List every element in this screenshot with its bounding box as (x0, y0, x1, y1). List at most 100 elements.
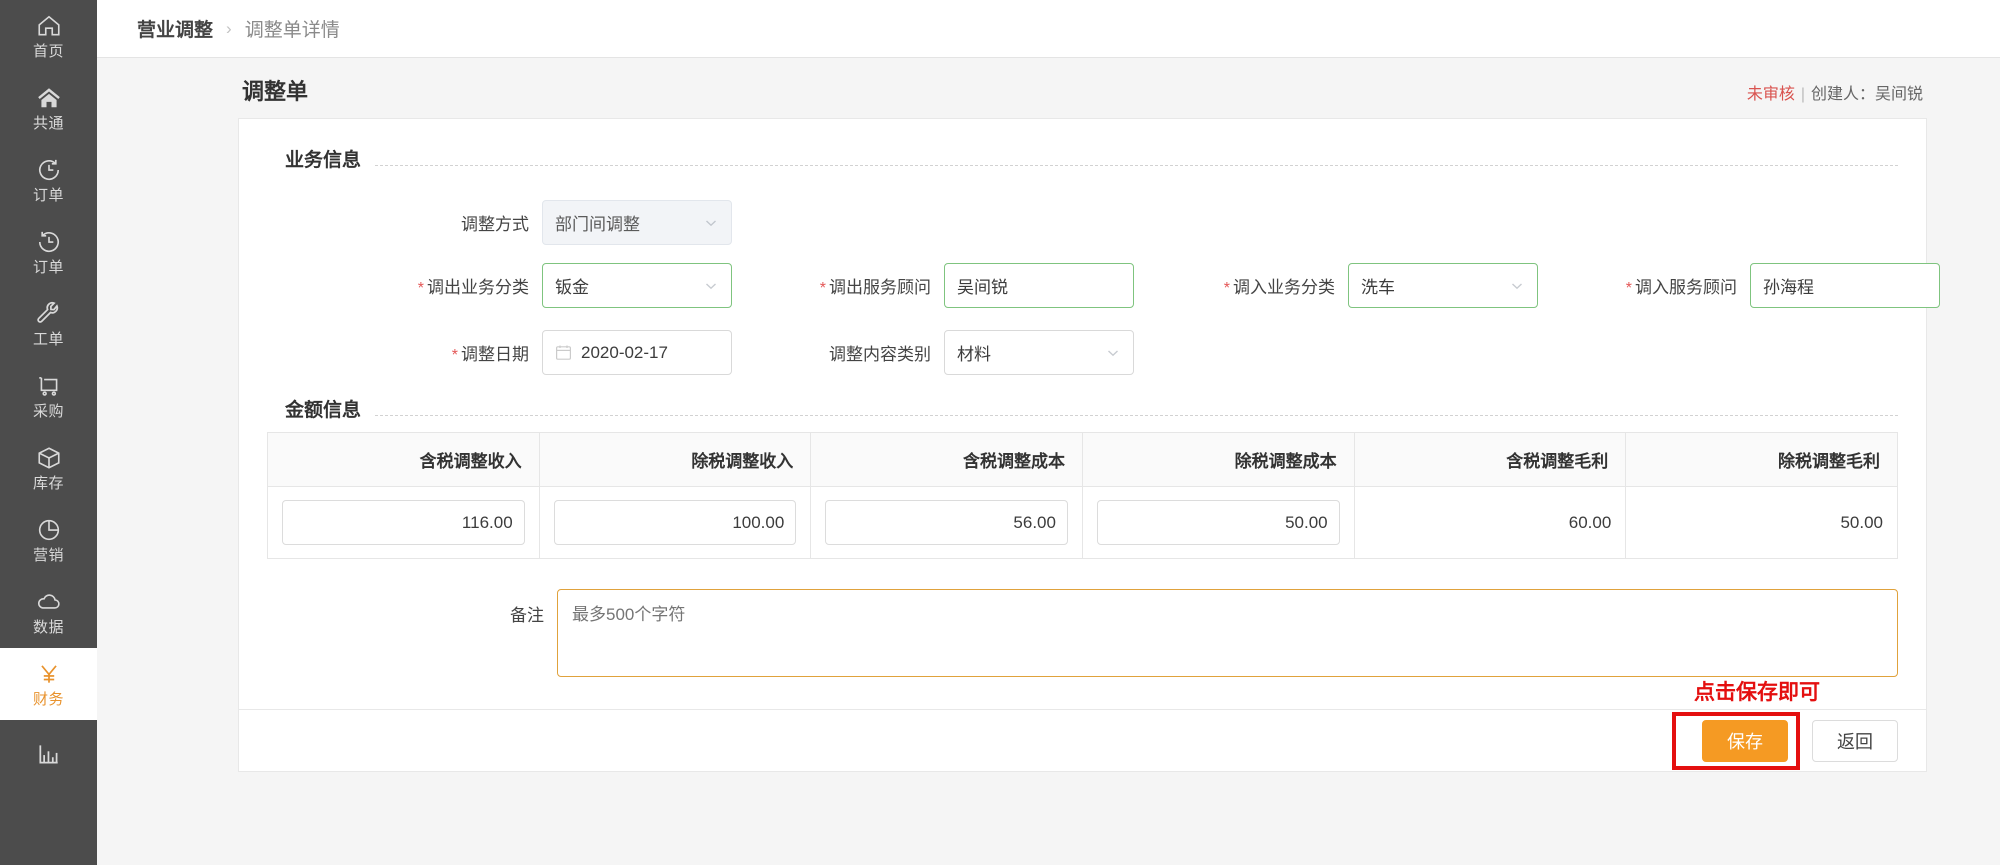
adjustment-form-card: 业务信息 调整方式 部门间调整 * 调出业务分类 钣金 * 调出服务顾问 吴间锐… (238, 118, 1940, 710)
home-filled-icon (36, 85, 62, 111)
main-sidebar: 首页 共通 订单 订单 工单 采购 库存 营销 数据 财务 (0, 0, 97, 865)
sidebar-item-data[interactable]: 数据 (0, 576, 97, 648)
column-header: 除税调整毛利 (1625, 432, 1898, 487)
sidebar-item-common[interactable]: 共通 (0, 72, 97, 144)
out-category-select[interactable]: 钣金 (542, 263, 732, 308)
field-label: 调整内容类别 (829, 345, 931, 364)
chevron-down-icon (1105, 345, 1121, 361)
sidebar-item-label: 库存 (32, 475, 64, 492)
form-row-adjust-method: 调整方式 部门间调整 (267, 182, 1898, 251)
clock-back-icon (36, 229, 62, 255)
cart-icon (36, 373, 62, 399)
remark-textarea[interactable] (557, 589, 1898, 677)
in-advisor-value: 孙海程 (1763, 278, 1814, 297)
required-marker: * (417, 280, 424, 297)
tax-excl-cost-input[interactable] (1096, 500, 1340, 545)
box-icon (36, 445, 62, 471)
sidebar-item-order-1[interactable]: 订单 (0, 144, 97, 216)
field-in-category: * 调入业务分类 洗车 (1178, 263, 1538, 308)
app-root: 首页 共通 订单 订单 工单 采购 库存 营销 数据 财务 营业调整 › 调整单… (0, 0, 2000, 865)
clock-forward-icon (36, 157, 62, 183)
adjust-method-select[interactable]: 部门间调整 (542, 200, 732, 245)
sidebar-item-label: 订单 (32, 187, 64, 204)
tax-excl-profit-value: 50.00 (1625, 486, 1898, 559)
form-footer: 保存 返回 (238, 710, 1927, 772)
field-label: * 调入服务顾问 (1625, 278, 1737, 297)
section-title: 金额信息 (285, 400, 362, 421)
field-out-advisor: * 调出服务顾问 吴间锐 (774, 263, 1134, 308)
tax-incl-profit-value: 60.00 (1353, 486, 1627, 559)
adjust-date-value: 2020-02-17 (581, 342, 668, 362)
out-advisor-input[interactable]: 吴间锐 (944, 263, 1134, 308)
sidebar-item-report[interactable] (0, 720, 97, 792)
status-line: 未审核 | 创建人：吴间锐 (1747, 80, 1923, 104)
content-type-select[interactable]: 材料 (944, 330, 1134, 375)
chevron-down-icon (703, 278, 719, 294)
field-content-type: 调整内容类别 材料 (774, 330, 1134, 375)
adjust-date-picker[interactable]: 2020-02-17 (542, 330, 732, 375)
save-button[interactable]: 保存 (1702, 719, 1788, 762)
yuan-icon (36, 661, 62, 687)
sidebar-item-label: 订单 (32, 259, 64, 276)
in-category-value: 洗车 (1361, 278, 1395, 297)
sidebar-item-purchase[interactable]: 采购 (0, 360, 97, 432)
annotation-text: 点击保存即可 (1694, 681, 1820, 704)
cell-tax-excl-cost (1081, 486, 1355, 559)
page-title: 调整单 (242, 79, 309, 104)
back-button[interactable]: 返回 (1812, 719, 1898, 762)
field-out-category: * 调出业务分类 钣金 (267, 263, 732, 308)
tax-incl-cost-input[interactable] (825, 500, 1068, 545)
required-marker: * (819, 280, 826, 297)
field-label: * 调出业务分类 (417, 278, 529, 297)
required-marker: * (451, 347, 458, 364)
cell-tax-incl-cost (810, 486, 1083, 559)
required-marker: * (1223, 280, 1230, 297)
sidebar-item-home[interactable]: 首页 (0, 0, 97, 72)
sidebar-item-label: 工单 (32, 331, 64, 348)
column-header: 含税调整收入 (267, 432, 540, 487)
cell-tax-incl-income (267, 486, 540, 559)
form-row-categories: * 调出业务分类 钣金 * 调出服务顾问 吴间锐 * 调入业务分类 洗车 * 调… (267, 251, 1940, 318)
in-category-select[interactable]: 洗车 (1348, 263, 1538, 308)
main-region: 营业调整 › 调整单详情 调整单 未审核 | 创建人：吴间锐 业务信息 调整方式… (97, 0, 2000, 865)
content-type-value: 材料 (957, 345, 991, 364)
status-badge: 未审核 (1746, 86, 1795, 103)
title-row: 调整单 未审核 | 创建人：吴间锐 (238, 58, 1927, 118)
form-row-date: * 调整日期 2020-02-17 调整内容类别 材料 (267, 318, 1898, 391)
status-divider: | (1800, 86, 1805, 103)
tax-incl-income-input[interactable] (282, 500, 525, 545)
out-category-value: 钣金 (555, 278, 589, 297)
pie-chart-icon (36, 517, 62, 543)
in-advisor-input[interactable]: 孙海程 (1750, 263, 1940, 308)
tax-excl-income-input[interactable] (553, 500, 797, 545)
bar-chart-icon (36, 741, 62, 767)
field-label: * 调入业务分类 (1223, 278, 1335, 297)
chevron-down-icon (703, 215, 719, 231)
sidebar-item-inventory[interactable]: 库存 (0, 432, 97, 504)
cell-tax-excl-income (538, 486, 812, 559)
creator-text: 创建人：吴间锐 (1810, 86, 1923, 103)
sidebar-item-label: 营销 (32, 547, 64, 564)
field-in-advisor: * 调入服务顾问 孙海程 (1580, 263, 1940, 308)
section-divider (375, 415, 1898, 416)
table-header-row: 含税调整收入 除税调整收入 含税调整成本 除税调整成本 含税调整毛利 除税调整毛… (267, 432, 1898, 487)
cloud-icon (36, 589, 62, 615)
remark-row: 备注 (267, 589, 1898, 683)
content-area: 调整单 未审核 | 创建人：吴间锐 业务信息 调整方式 部门间调整 * 调出业务… (97, 58, 2000, 865)
sidebar-item-order-2[interactable]: 订单 (0, 216, 97, 288)
breadcrumb-current: 调整单详情 (244, 20, 340, 41)
sidebar-item-label: 采购 (32, 403, 64, 420)
field-adjust-date: * 调整日期 2020-02-17 (267, 330, 732, 375)
breadcrumb-root-link[interactable]: 营业调整 (137, 15, 213, 42)
field-label: * 调整日期 (451, 345, 529, 364)
sidebar-item-workorder[interactable]: 工单 (0, 288, 97, 360)
column-header: 除税调整成本 (1081, 432, 1355, 487)
sidebar-item-finance[interactable]: 财务 (0, 648, 97, 720)
amount-table: 含税调整收入 除税调整收入 含税调整成本 除税调整成本 含税调整毛利 除税调整毛… (267, 432, 1898, 559)
column-header: 含税调整毛利 (1353, 432, 1627, 487)
field-label: 调整方式 (461, 215, 529, 234)
column-header: 含税调整成本 (810, 432, 1083, 487)
sidebar-item-label: 数据 (32, 619, 64, 636)
sidebar-item-label: 财务 (32, 691, 64, 708)
sidebar-item-marketing[interactable]: 营销 (0, 504, 97, 576)
